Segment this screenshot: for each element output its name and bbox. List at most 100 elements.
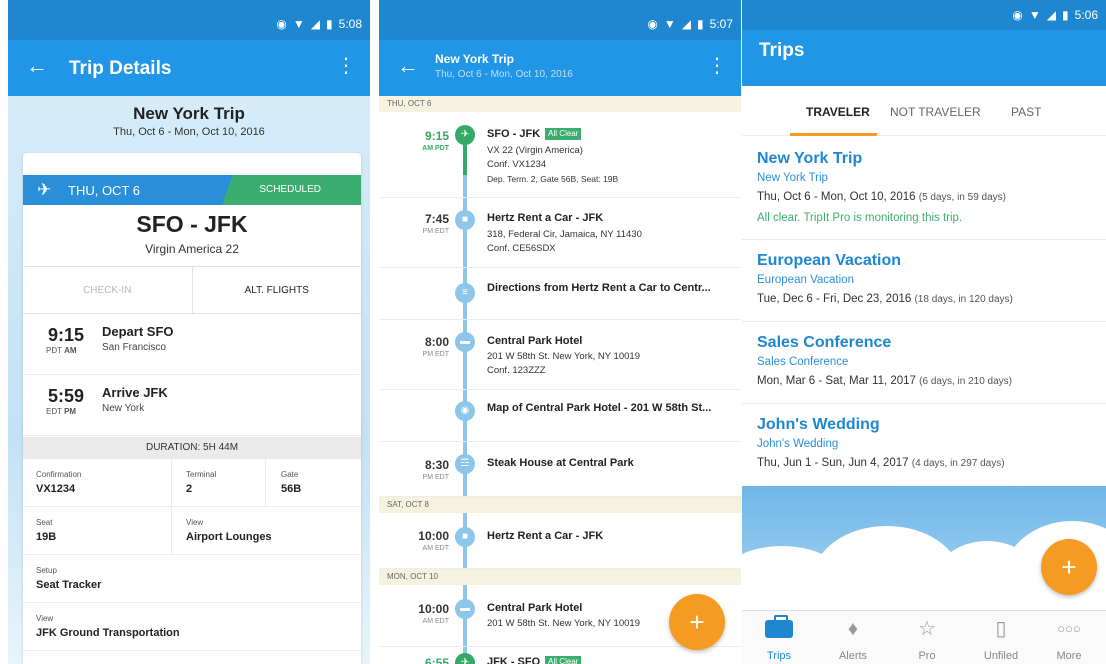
airplane-icon: ✈	[455, 125, 475, 145]
add-fab-button[interactable]: +	[669, 594, 725, 650]
location-icon: ◉	[276, 17, 287, 31]
itinerary-item-hotel[interactable]: 8:00 PM EDT ▬ Central Park Hotel 201 W 5…	[379, 320, 741, 390]
wifi-icon: ▼	[1028, 8, 1041, 22]
confirmation-value: VX1234	[36, 483, 76, 495]
cutlery-icon: ☲	[455, 454, 475, 474]
arrive-segment[interactable]: 5:59 EDT PM Arrive JFK New York	[23, 376, 361, 436]
signal-icon: ◢	[681, 17, 692, 31]
trip-item[interactable]: John's Wedding John's Wedding Thu, Jun 1…	[742, 416, 1106, 486]
depart-label: Depart SFO	[102, 324, 174, 339]
trip-name: New York Trip	[133, 104, 245, 123]
more-dots-icon: ○○○	[1057, 621, 1081, 636]
car-icon: ■	[455, 210, 475, 230]
itinerary-item-flight[interactable]: 9:15 AM PDT ✈ SFO - JFK All Clear VX 22 (…	[379, 112, 741, 198]
monitoring-status: All clear. TripIt Pro is monitoring this…	[757, 212, 963, 224]
gate-value: 56B	[281, 483, 302, 495]
status-badge: SCHEDULED	[259, 184, 321, 195]
nav-pro[interactable]: ☆ Pro	[890, 611, 964, 664]
tab-traveler[interactable]: TRAVELER	[806, 105, 870, 119]
trip-item[interactable]: New York Trip New York Trip Thu, Oct 6 -…	[742, 150, 1106, 240]
airport-lounges-link[interactable]: View Airport Lounges	[173, 507, 358, 555]
bed-icon: ▬	[455, 599, 475, 619]
tab-not-traveler[interactable]: NOT TRAVELER	[890, 105, 981, 119]
wifi-icon: ▼	[292, 17, 305, 31]
all-clear-badge: All Clear	[545, 128, 582, 140]
tab-past[interactable]: PAST	[1011, 105, 1041, 119]
app-bar: ← New York Trip Thu, Oct 6 - Mon, Oct 10…	[379, 40, 741, 96]
itinerary-item-car[interactable]: 7:45 PM EDT ■ Hertz Rent a Car - JFK 318…	[379, 198, 741, 268]
battery-icon: ▮	[697, 17, 704, 31]
itinerary-item-return-flight[interactable]: 6:55 ✈ JFK - SFO All Clear	[379, 647, 741, 664]
app-bar: ← Trip Details ⋮	[8, 40, 370, 96]
trip-details-screen: ◉ ▼ ◢ ▮ 5:08 ← Trip Details ⋮ New York T…	[8, 0, 370, 664]
trips-screen: ◉ ▼ ◢ ▮ 5:06 Trips TRAVELER NOT TRAVELER…	[742, 0, 1106, 664]
flight-airline: Virgin America 22	[145, 242, 239, 256]
location-icon: ◉	[1012, 8, 1023, 22]
overflow-menu-icon[interactable]: ⋮	[707, 54, 727, 78]
itinerary-item-restaurant[interactable]: 8:30 PM EDT ☲ Steak House at Central Par…	[379, 442, 741, 497]
detail-row-2: Seat 19B View Airport Lounges	[23, 507, 361, 555]
day-header-sat: SAT, OCT 8	[379, 497, 741, 513]
status-time: 5:07	[709, 17, 733, 31]
trip-dates: Thu, Oct 6 - Mon, Oct 10, 2016	[113, 126, 265, 138]
confirmation-cell[interactable]: Confirmation VX1234	[23, 459, 171, 507]
day-header-mon: MON, OCT 10	[379, 569, 741, 585]
status-bar: ◉ ▼ ◢ ▮ 5:06	[742, 0, 1106, 30]
all-clear-badge: All Clear	[545, 656, 582, 664]
flight-actions: CHECK-IN ALT. FLIGHTS	[23, 266, 361, 314]
itinerary-item-map[interactable]: ◉ Map of Central Park Hotel - 201 W 58th…	[379, 390, 741, 442]
terminal-value: 2	[186, 483, 193, 495]
back-arrow-icon[interactable]: ←	[397, 54, 419, 78]
seat-cell[interactable]: Seat 19B	[23, 507, 171, 555]
trip-item[interactable]: Sales Conference Sales Conference Mon, M…	[742, 334, 1106, 404]
alt-flights-button[interactable]: ALT. FLIGHTS	[193, 267, 362, 313]
nav-trips[interactable]: Trips	[742, 611, 816, 664]
briefcase-icon	[742, 615, 816, 644]
gate-cell[interactable]: Gate 56B	[268, 459, 358, 507]
checkin-button[interactable]: CHECK-IN	[23, 267, 193, 313]
status-bar: ◉ ▼ ◢ ▮ 5:07	[379, 0, 741, 40]
back-arrow-icon[interactable]: ←	[26, 54, 48, 78]
flight-route: SFO - JFK	[136, 211, 248, 237]
seat-value: 19B	[36, 531, 57, 543]
page-title: New York Trip	[435, 52, 514, 66]
bell-icon: ♦	[847, 618, 859, 640]
arrive-label: Arrive JFK	[102, 385, 168, 400]
star-icon: ☆	[918, 618, 936, 640]
status-time: 5:08	[338, 17, 362, 31]
detail-row-1: Confirmation VX1234 Terminal 2 Gate 56B	[23, 459, 361, 507]
status-bar: ◉ ▼ ◢ ▮ 5:08	[8, 0, 370, 40]
bottom-nav: Trips ♦ Alerts ☆ Pro ▯ Unfiled ○○○ More	[742, 610, 1106, 664]
signal-icon: ◢	[310, 17, 321, 31]
flight-duration: DURATION: 5H 44M	[23, 437, 361, 459]
ground-transportation-link[interactable]: View JFK Ground Transportation	[23, 603, 361, 651]
battery-icon: ▮	[326, 17, 333, 31]
signal-icon: ◢	[1046, 8, 1057, 22]
wifi-icon: ▼	[663, 17, 676, 31]
bed-icon: ▬	[455, 332, 475, 352]
app-bar: Trips	[742, 30, 1106, 86]
itinerary-item-car-return[interactable]: 10:00 AM EDT ■ Hertz Rent a Car - JFK	[379, 513, 741, 569]
arrive-timezone: EDT PM	[46, 407, 77, 416]
trip-item[interactable]: European Vacation European Vacation Tue,…	[742, 252, 1106, 322]
page-subtitle: Thu, Oct 6 - Mon, Oct 10, 2016	[435, 69, 573, 80]
itinerary-item-directions[interactable]: ≡ Directions from Hertz Rent a Car to Ce…	[379, 268, 741, 320]
terminal-cell[interactable]: Terminal 2	[173, 459, 265, 507]
airplane-icon: ✈	[455, 653, 475, 664]
battery-icon: ▮	[1062, 8, 1069, 22]
nav-alerts[interactable]: ♦ Alerts	[816, 611, 890, 664]
overflow-menu-icon[interactable]: ⋮	[336, 54, 356, 78]
flight-card: ✈ THU, OCT 6 SCHEDULED SFO - JFK Virgin …	[23, 153, 361, 664]
directions-icon: ≡	[455, 283, 475, 303]
depart-segment[interactable]: 9:15 PDT AM Depart SFO San Francisco	[23, 315, 361, 375]
status-time: 5:06	[1074, 8, 1098, 22]
seat-tracker-link[interactable]: Setup Seat Tracker	[23, 555, 361, 603]
nav-more[interactable]: ○○○ More	[1032, 611, 1106, 664]
page-title: Trips	[759, 40, 805, 61]
car-icon: ■	[455, 527, 475, 547]
depart-timezone: PDT AM	[46, 346, 77, 355]
location-icon: ◉	[647, 17, 658, 31]
document-icon: ▯	[995, 618, 1007, 640]
add-fab-button[interactable]: +	[1041, 539, 1097, 595]
nav-unfiled[interactable]: ▯ Unfiled	[964, 611, 1038, 664]
